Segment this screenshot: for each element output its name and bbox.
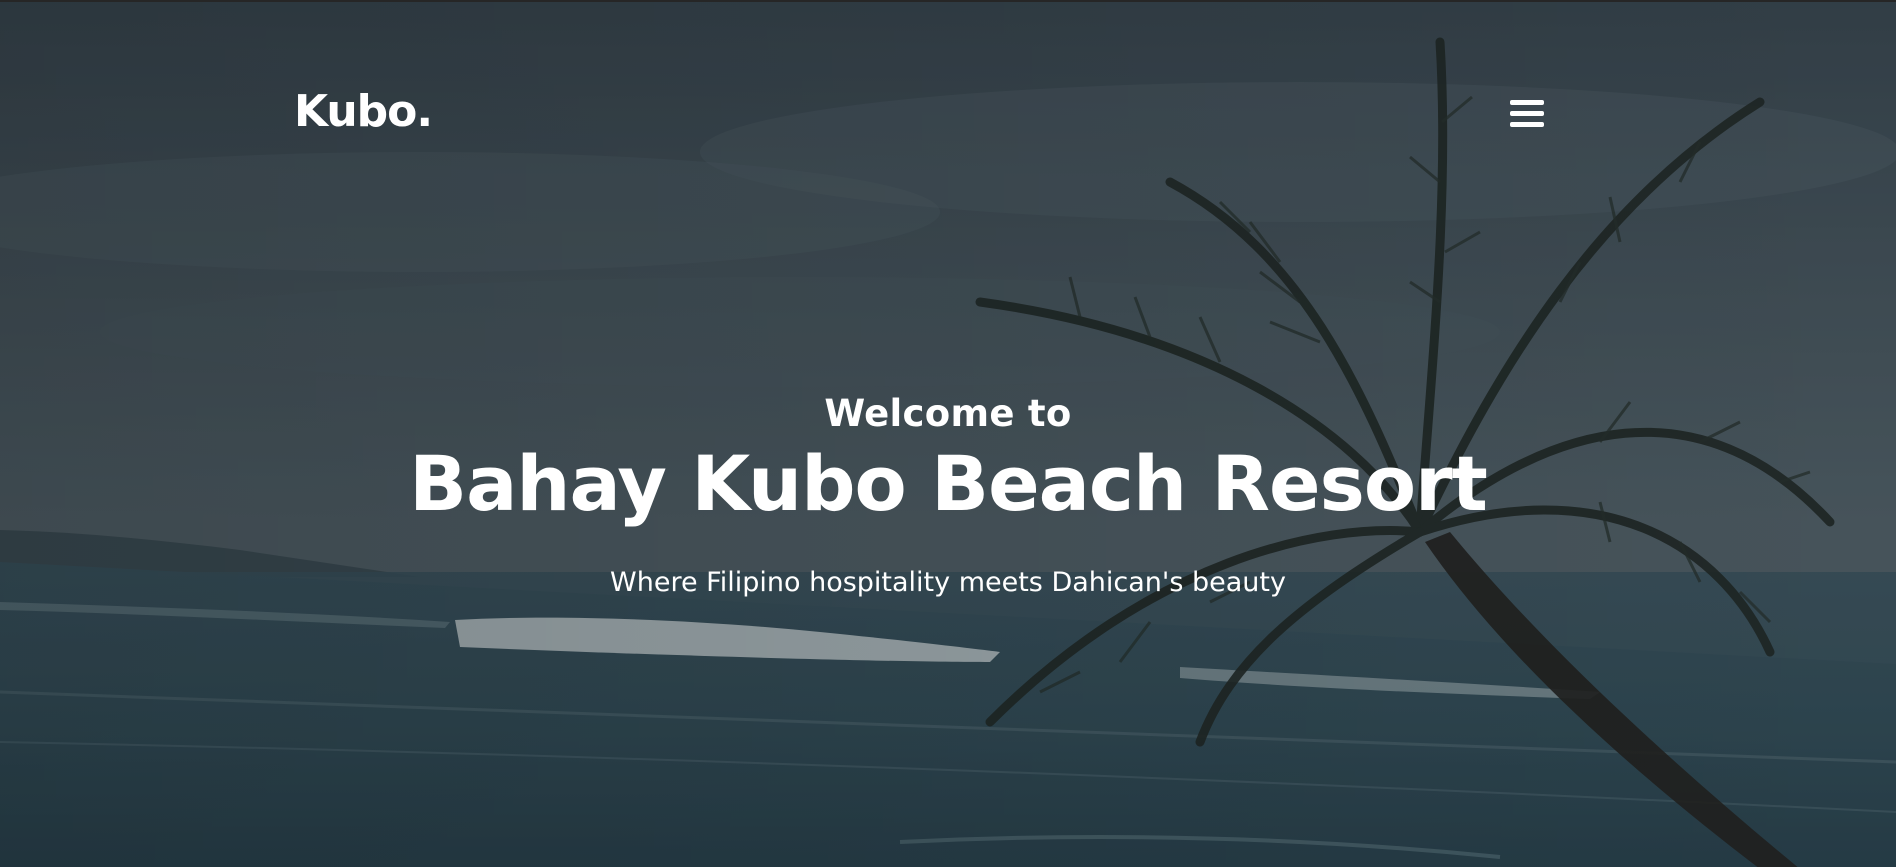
hero-tagline: Where Filipino hospitality meets Dahican… [610, 567, 1286, 598]
hero-text-block: Welcome to Bahay Kubo Beach Resort Where… [0, 387, 1896, 603]
logo-text: Kubo [294, 86, 417, 137]
menu-line [1510, 111, 1544, 116]
welcome-heading: Welcome to [824, 392, 1072, 435]
menu-line [1510, 100, 1544, 105]
hero-section: Kubo. Welcome to Bahay Kubo Beach Resort… [0, 0, 1896, 867]
logo-dot: . [416, 86, 433, 137]
hamburger-menu-icon[interactable] [1508, 97, 1546, 129]
menu-line [1510, 122, 1544, 127]
site-logo[interactable]: Kubo. [294, 90, 433, 134]
resort-title: Bahay Kubo Beach Resort [409, 439, 1488, 528]
